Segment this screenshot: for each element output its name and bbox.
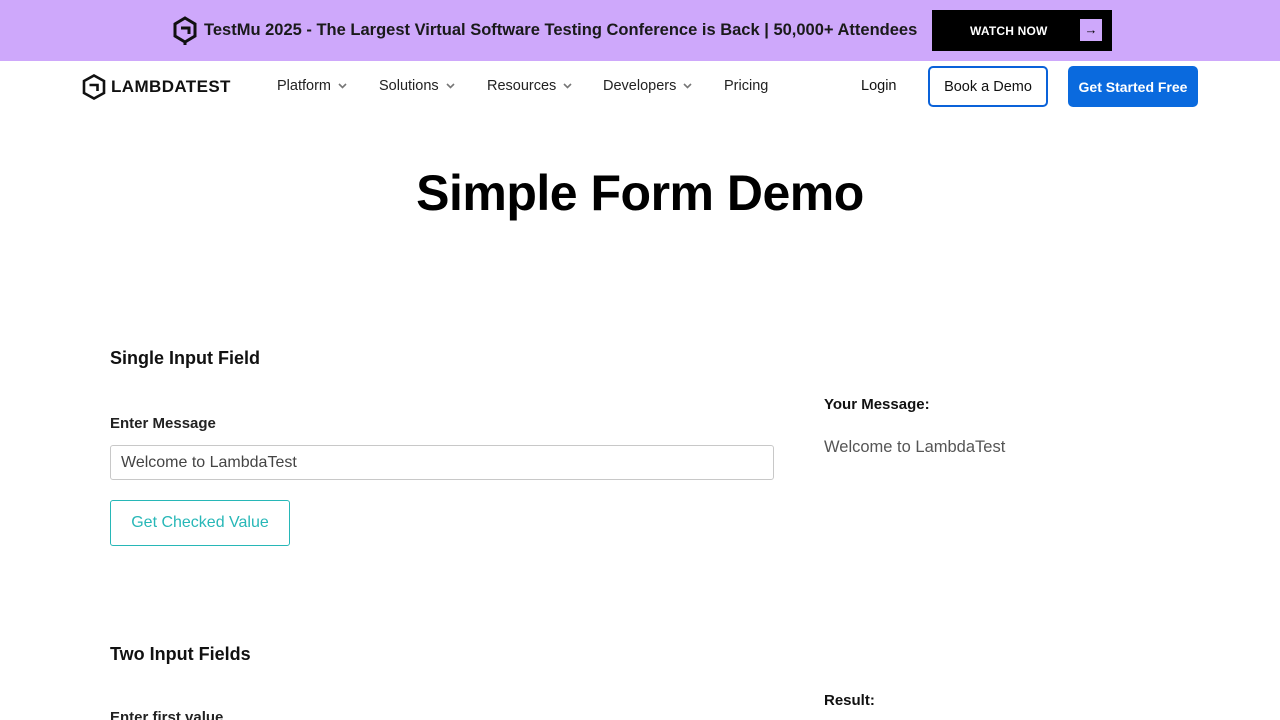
promo-banner: TestMu 2025 - The Largest Virtual Softwa…: [0, 0, 1280, 61]
nav-solutions[interactable]: Solutions: [379, 78, 455, 94]
two-input-section-title: Two Input Fields: [110, 644, 251, 664]
chevron-down-icon: [683, 83, 692, 89]
nav-pricing[interactable]: Pricing: [724, 78, 768, 94]
nav-developers[interactable]: Developers: [603, 78, 692, 94]
get-checked-value-button[interactable]: Get Checked Value: [110, 500, 290, 546]
page-title: Simple Form Demo: [416, 165, 864, 221]
first-value-label: Enter first value: [110, 709, 224, 720]
chevron-down-icon: [563, 83, 572, 89]
nav-label: Resources: [487, 78, 557, 94]
arrow-right-icon: →: [1080, 19, 1102, 41]
testmu-logo-icon: [173, 16, 197, 45]
lambdatest-logo-icon: [82, 74, 106, 100]
brand-name: LAMBDATEST: [111, 77, 231, 96]
brand-logo[interactable]: LAMBDATEST: [82, 74, 231, 100]
nav-label: Developers: [603, 78, 677, 94]
watch-now-label: WATCH NOW: [970, 24, 1048, 38]
enter-message-label: Enter Message: [110, 415, 216, 432]
nav-label: Platform: [277, 78, 331, 94]
your-message-value: Welcome to LambdaTest: [824, 438, 1006, 456]
nav-label: Solutions: [379, 78, 439, 94]
nav-platform[interactable]: Platform: [277, 78, 347, 94]
site-header: LAMBDATEST Platform Solutions Resources …: [0, 61, 1280, 113]
watch-now-button[interactable]: WATCH NOW →: [932, 10, 1112, 51]
nav-resources[interactable]: Resources: [487, 78, 572, 94]
chevron-down-icon: [446, 83, 455, 89]
single-input-section-title: Single Input Field: [110, 348, 260, 368]
nav-label: Pricing: [724, 78, 769, 94]
chevron-down-icon: [338, 83, 347, 89]
login-link[interactable]: Login: [861, 78, 896, 94]
your-message-label: Your Message:: [824, 396, 930, 413]
message-input[interactable]: [110, 445, 774, 480]
get-started-button[interactable]: Get Started Free: [1068, 66, 1198, 107]
banner-text: TestMu 2025 - The Largest Virtual Softwa…: [204, 21, 918, 39]
book-demo-button[interactable]: Book a Demo: [928, 66, 1048, 107]
result-label: Result:: [824, 692, 875, 709]
